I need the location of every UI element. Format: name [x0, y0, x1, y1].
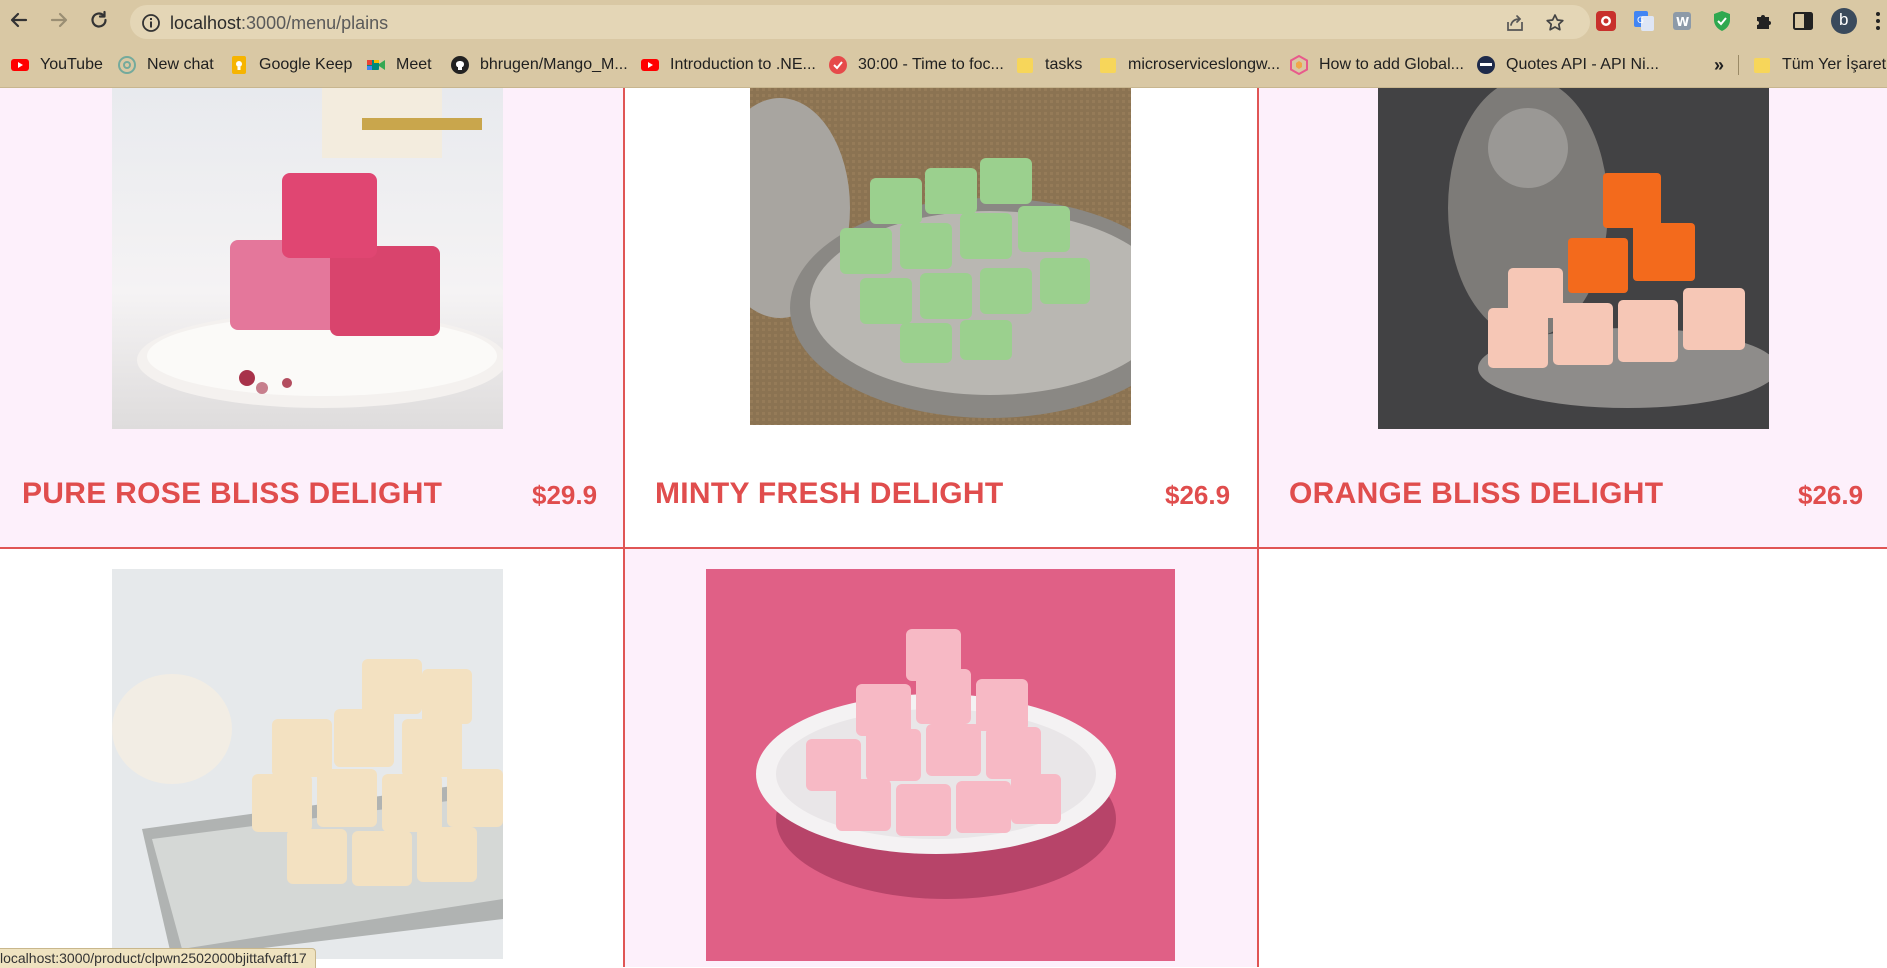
svg-text:W: W [1676, 15, 1689, 29]
back-button[interactable] [6, 7, 32, 33]
arrow-right-icon [50, 12, 68, 28]
forward-button[interactable] [46, 7, 72, 33]
product-image[interactable] [750, 88, 1131, 425]
product-card[interactable] [625, 549, 1257, 967]
folder-icon [1100, 58, 1116, 73]
profile-avatar[interactable]: b [1830, 7, 1858, 35]
bookmark-youtube[interactable]: YouTube [10, 54, 103, 76]
menu-icon[interactable] [1872, 9, 1884, 33]
bookmark-folder-tasks[interactable]: tasks [1015, 54, 1082, 76]
bookmark-label: bhrugen/Mango_M... [480, 56, 628, 73]
product-card[interactable] [0, 549, 623, 967]
bookmark-folder-microservices[interactable]: microserviceslongw... [1098, 54, 1280, 76]
bookmark-label: Quotes API - API Ni... [1506, 56, 1659, 73]
bookmark-label: YouTube [40, 56, 103, 73]
url-host: localhost [170, 13, 242, 33]
info-icon[interactable] [140, 12, 162, 34]
grid-divider [0, 547, 1887, 549]
bookmark-label: Tüm Yer İşaretleri [1782, 56, 1887, 73]
product-image[interactable] [706, 569, 1175, 961]
bookmark-github[interactable]: bhrugen/Mango_M... [450, 54, 628, 76]
address-bar[interactable]: localhost:3000/menu/plains [130, 5, 1590, 39]
shield-icon[interactable] [1710, 9, 1734, 33]
product-image[interactable] [112, 88, 503, 429]
turkish-delight-photo [1378, 88, 1769, 429]
ninja-icon [1477, 56, 1495, 74]
google-meet-icon [367, 60, 385, 70]
bookmark-global-howto[interactable]: How to add Global... [1289, 54, 1464, 76]
puzzle-icon[interactable] [1752, 9, 1776, 33]
bookmark-label: Google Keep [259, 56, 353, 73]
extension-red-icon[interactable] [1594, 9, 1618, 33]
side-panel-icon[interactable] [1791, 9, 1815, 33]
share-icon[interactable] [1504, 12, 1526, 34]
youtube-icon [11, 59, 29, 71]
bookmark-label: tasks [1045, 56, 1083, 73]
product-name[interactable]: PURE ROSE BLISS DELIGHT [22, 477, 442, 511]
check-circle-icon [829, 56, 847, 74]
url-text[interactable]: localhost:3000/menu/plains [170, 13, 388, 34]
product-card[interactable]: ORANGE BLISS DELIGHT $26.9 [1259, 88, 1887, 547]
bookmark-label: New chat [147, 56, 214, 73]
bookmark-google-keep[interactable]: Google Keep [229, 54, 352, 76]
overflow-label: » [1714, 54, 1725, 75]
bookmark-dotnet-intro[interactable]: Introduction to .NE... [640, 54, 816, 76]
browser-toolbar: localhost:3000/menu/plains G W b [0, 0, 1887, 43]
folder-icon [1754, 58, 1770, 73]
extension-w-icon[interactable]: W [1670, 9, 1694, 33]
bookmark-new-chat[interactable]: New chat [117, 54, 214, 76]
turkish-delight-photo [112, 569, 503, 959]
product-card[interactable]: PURE ROSE BLISS DELIGHT $29.9 [0, 88, 623, 547]
status-url: localhost:3000/product/clpwn2502000bjitt… [0, 950, 307, 966]
bookmarks-overflow-button[interactable]: » [1714, 54, 1724, 76]
status-bar: localhost:3000/product/clpwn2502000bjitt… [0, 948, 316, 968]
profile-initial: b [1839, 10, 1849, 29]
bookmark-quotes-api[interactable]: Quotes API - API Ni... [1476, 54, 1659, 76]
google-translate-icon[interactable]: G [1632, 9, 1656, 33]
turkish-delight-photo [137, 88, 503, 408]
bookmark-meet[interactable]: Meet [366, 54, 432, 76]
hexagon-icon [1290, 55, 1308, 75]
reload-icon [91, 10, 107, 28]
bookmark-label: 30:00 - Time to foc... [858, 56, 1004, 73]
arrow-left-icon [10, 12, 28, 28]
folder-icon [1017, 58, 1033, 73]
bookmark-label: microserviceslongw... [1128, 56, 1281, 73]
product-price: $26.9 [1798, 480, 1864, 510]
bookmark-label: How to add Global... [1319, 56, 1464, 73]
bookmark-focus-timer[interactable]: 30:00 - Time to foc... [828, 54, 1004, 76]
svg-text:G: G [1637, 16, 1644, 26]
star-icon[interactable] [1544, 12, 1566, 34]
google-keep-icon [232, 56, 246, 74]
product-grid: PURE ROSE BLISS DELIGHT $29.9 MINTY FRES… [0, 88, 1887, 967]
reload-button[interactable] [86, 7, 112, 33]
turkish-delight-photo [706, 569, 1175, 961]
product-card[interactable]: MINTY FRESH DELIGHT $26.9 [625, 88, 1257, 547]
grid-divider [1257, 88, 1259, 967]
bookmark-all-bookmarks[interactable]: Tüm Yer İşaretleri [1752, 54, 1887, 76]
youtube-icon [641, 59, 659, 71]
product-name[interactable]: MINTY FRESH DELIGHT [655, 477, 1004, 511]
product-price: $29.9 [532, 480, 598, 510]
github-icon [451, 56, 469, 74]
bookmarks-divider [1738, 55, 1739, 75]
grid-divider [623, 88, 625, 967]
url-path: :3000/menu/plains [241, 13, 389, 33]
product-price: $26.9 [1165, 480, 1231, 510]
bookmarks-bar: YouTube New chat Google Keep Meet bhruge… [0, 43, 1887, 88]
bookmark-label: Introduction to .NE... [670, 56, 816, 73]
bookmark-label: Meet [396, 56, 432, 73]
turkish-delight-photo [750, 88, 1131, 425]
product-name[interactable]: ORANGE BLISS DELIGHT [1289, 477, 1663, 511]
openai-icon [118, 56, 136, 74]
product-image[interactable] [112, 569, 503, 959]
product-image[interactable] [1378, 88, 1769, 429]
